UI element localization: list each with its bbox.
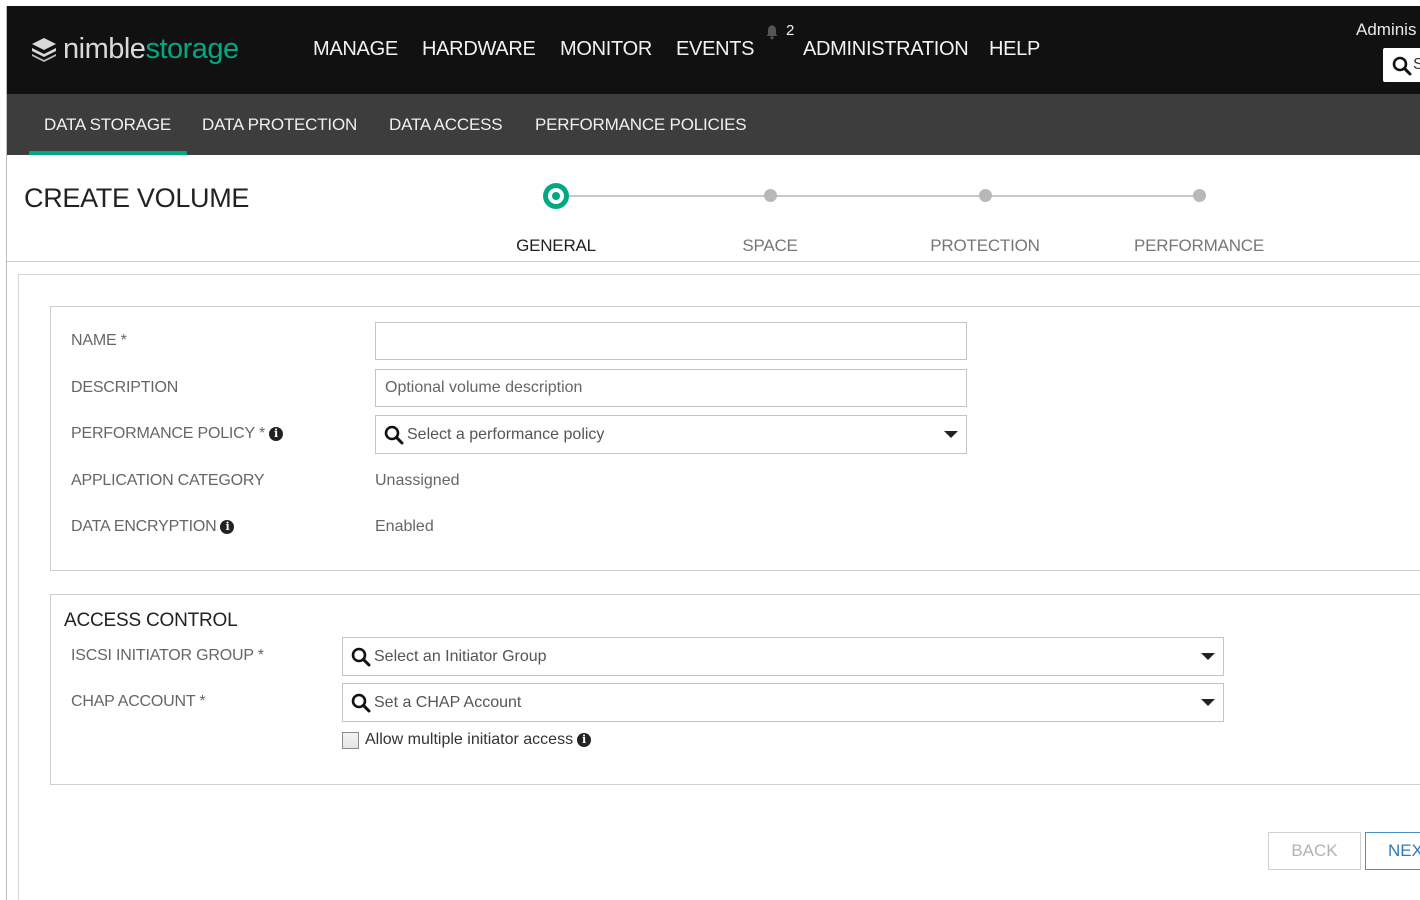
wizard-step-performance-marker[interactable] xyxy=(1193,189,1206,202)
chap-account-placeholder: Set a CHAP Account xyxy=(374,693,522,711)
wizard-progress: GENERAL SPACE PROTECTION PERFORMANCE xyxy=(0,0,1420,270)
data-encryption-value: Enabled xyxy=(375,518,434,535)
data-encryption-label: DATA ENCRYPTION xyxy=(71,518,217,535)
description-label: DESCRIPTION xyxy=(71,379,179,396)
checkbox-icon[interactable] xyxy=(342,731,359,749)
chevron-down-icon[interactable] xyxy=(1201,699,1215,706)
performance-policy-label: PERFORMANCE POLICY * xyxy=(71,425,265,442)
iscsi-initiator-group-select[interactable]: Select an Initiator Group xyxy=(342,637,1224,676)
wizard-step-protection-label[interactable]: PROTECTION xyxy=(930,236,1040,256)
info-icon[interactable]: i xyxy=(577,733,592,747)
chevron-down-icon[interactable] xyxy=(944,431,958,438)
next-button[interactable]: NEX xyxy=(1365,832,1420,870)
name-label: NAME * xyxy=(71,332,127,349)
data-encryption-label-group: DATA ENCRYPTION i xyxy=(71,518,235,536)
header-divider xyxy=(7,261,1420,262)
wizard-step-general-label[interactable]: GENERAL xyxy=(516,236,596,256)
access-control-title: ACCESS CONTROL xyxy=(64,610,238,631)
search-icon xyxy=(351,647,371,667)
description-input[interactable] xyxy=(385,370,966,406)
wizard-step-protection-marker[interactable] xyxy=(979,189,992,202)
chevron-down-icon[interactable] xyxy=(1201,653,1215,660)
application-category-label: APPLICATION CATEGORY xyxy=(71,472,265,489)
wizard-track xyxy=(556,195,1200,197)
search-icon xyxy=(384,425,404,445)
info-icon[interactable]: i xyxy=(268,427,283,441)
allow-multiple-initiator-access-label: Allow multiple initiator access xyxy=(365,731,574,748)
name-input[interactable] xyxy=(385,323,966,359)
search-icon xyxy=(351,693,371,713)
chap-account-label: CHAP ACCOUNT * xyxy=(71,693,206,710)
iscsi-initiator-group-placeholder: Select an Initiator Group xyxy=(374,647,547,665)
wizard-step-performance-label[interactable]: PERFORMANCE xyxy=(1134,236,1264,256)
iscsi-initiator-group-label: ISCSI INITIATOR GROUP * xyxy=(71,647,264,664)
wizard-step-space-label[interactable]: SPACE xyxy=(742,236,798,256)
application-category-value: Unassigned xyxy=(375,472,460,489)
wizard-step-space-marker[interactable] xyxy=(764,189,777,202)
performance-policy-select[interactable]: Select a performance policy xyxy=(375,415,967,454)
wizard-step-general-marker[interactable] xyxy=(543,183,569,209)
performance-policy-placeholder: Select a performance policy xyxy=(407,425,605,443)
performance-policy-label-group: PERFORMANCE POLICY * i xyxy=(71,425,283,443)
back-button[interactable]: BACK xyxy=(1268,832,1361,870)
chap-account-select[interactable]: Set a CHAP Account xyxy=(342,683,1224,722)
info-icon[interactable]: i xyxy=(220,520,235,534)
name-field[interactable] xyxy=(375,322,967,360)
description-field[interactable] xyxy=(375,369,967,407)
app-window: nimble storage MANAGE HARDWARE MONITOR EV… xyxy=(0,0,1420,900)
allow-multiple-initiator-access-option[interactable]: Allow multiple initiator access i xyxy=(342,731,592,749)
